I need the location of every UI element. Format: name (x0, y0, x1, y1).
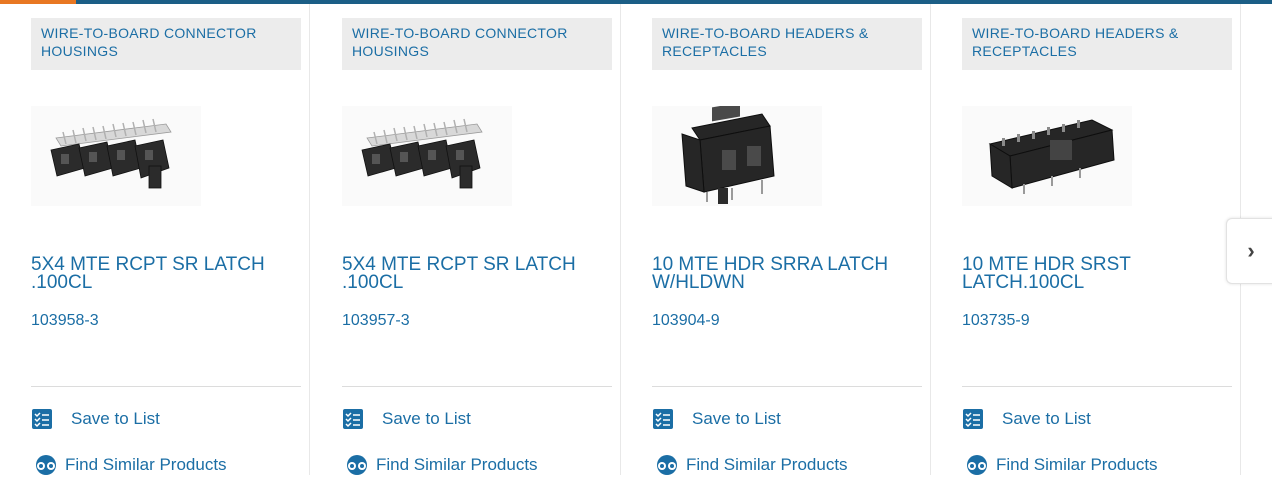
divider (652, 386, 922, 387)
find-similar-products-label: Find Similar Products (65, 455, 227, 474)
checklist-icon (31, 408, 53, 430)
binoculars-icon (652, 454, 682, 476)
product-carousel: WIRE-TO-BOARD CONNECTOR HOUSINGS 5X4 MTE… (0, 0, 1272, 475)
find-similar-products-button[interactable]: Find Similar Products (31, 454, 227, 476)
product-title-link[interactable]: 5X4 MTE RCPT SR LATCH .100CL (31, 255, 301, 292)
carousel-next-button[interactable]: › (1226, 218, 1272, 284)
divider (962, 386, 1232, 387)
checklist-icon (652, 408, 674, 430)
checklist-icon (342, 408, 364, 430)
save-to-list-button[interactable]: Save to List (342, 408, 471, 430)
product-title-link[interactable]: 10 MTE HDR SRST LATCH.100CL (962, 255, 1232, 292)
part-number-link[interactable]: 103958-3 (31, 312, 99, 330)
part-number-link[interactable]: 103904-9 (652, 312, 720, 330)
save-to-list-button[interactable]: Save to List (962, 408, 1091, 430)
save-to-list-button[interactable]: Save to List (31, 408, 160, 430)
find-similar-products-label: Find Similar Products (686, 455, 848, 474)
product-category: WIRE-TO-BOARD HEADERS & RECEPTACLES (962, 18, 1232, 70)
save-to-list-label: Save to List (71, 409, 160, 428)
save-to-list-label: Save to List (1002, 409, 1091, 428)
find-similar-products-label: Find Similar Products (996, 455, 1158, 474)
product-image[interactable] (342, 106, 512, 206)
product-image[interactable] (31, 106, 201, 206)
product-card: WIRE-TO-BOARD CONNECTOR HOUSINGS 5X4 MTE… (0, 4, 310, 475)
product-title-link[interactable]: 10 MTE HDR SRRA LATCH W/HLDWN (652, 255, 922, 292)
find-similar-products-button[interactable]: Find Similar Products (342, 454, 538, 476)
find-similar-products-label: Find Similar Products (376, 455, 538, 474)
product-card: WIRE-TO-BOARD CONNECTOR HOUSINGS 5X4 MTE… (311, 4, 621, 475)
divider (31, 386, 301, 387)
product-title-link[interactable]: 5X4 MTE RCPT SR LATCH .100CL (342, 255, 612, 292)
product-category: WIRE-TO-BOARD HEADERS & RECEPTACLES (652, 18, 922, 70)
save-to-list-label: Save to List (692, 409, 781, 428)
save-to-list-label: Save to List (382, 409, 471, 428)
product-image[interactable] (652, 106, 822, 206)
checklist-icon (962, 408, 984, 430)
find-similar-products-button[interactable]: Find Similar Products (962, 454, 1158, 476)
save-to-list-button[interactable]: Save to List (652, 408, 781, 430)
product-category: WIRE-TO-BOARD CONNECTOR HOUSINGS (342, 18, 612, 70)
find-similar-products-button[interactable]: Find Similar Products (652, 454, 848, 476)
product-card: WIRE-TO-BOARD HEADERS & RECEPTACLES 10 M… (621, 4, 931, 475)
divider (342, 386, 612, 387)
chevron-right-icon: › (1247, 238, 1255, 263)
product-card: WIRE-TO-BOARD HEADERS & RECEPTACLES 10 M… (931, 4, 1241, 475)
product-category: WIRE-TO-BOARD CONNECTOR HOUSINGS (31, 18, 301, 70)
product-image[interactable] (962, 106, 1132, 206)
binoculars-icon (962, 454, 992, 476)
part-number-link[interactable]: 103957-3 (342, 312, 410, 330)
part-number-link[interactable]: 103735-9 (962, 312, 1030, 330)
binoculars-icon (31, 454, 61, 476)
binoculars-icon (342, 454, 372, 476)
